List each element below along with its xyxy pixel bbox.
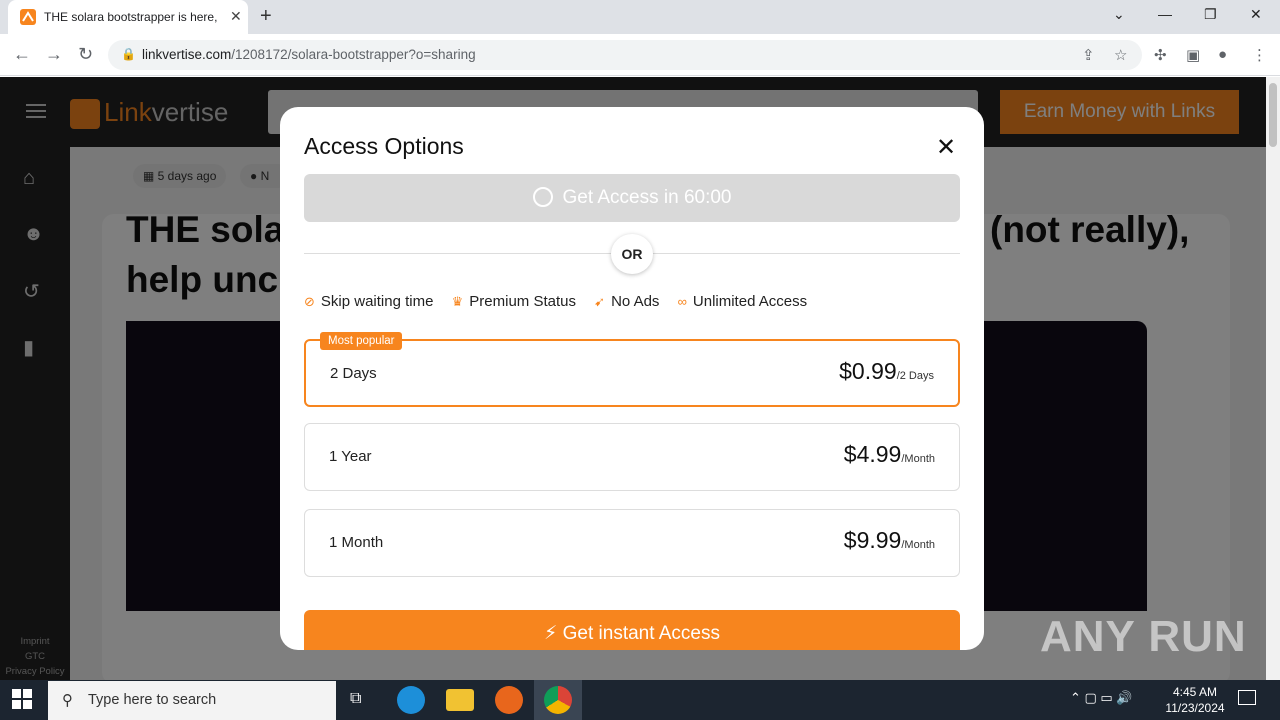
task-view-icon[interactable]: ⧉	[350, 690, 361, 708]
forward-icon[interactable]: →	[45, 44, 63, 65]
firefox-icon[interactable]	[495, 686, 523, 714]
crown-icon: ♛	[451, 294, 464, 309]
access-options-modal: Access Options ✕ Get Access in 60:00 OR …	[280, 107, 984, 650]
tab-title: THE solara bootstrapper is here, (	[44, 10, 219, 24]
most-popular-badge: Most popular	[320, 332, 403, 350]
lightning-icon: ⚡	[544, 623, 563, 644]
system-tray[interactable]: ⌃ ▢ ▭ 🔊	[1070, 690, 1132, 706]
profile-icon[interactable]: ●	[1218, 46, 1227, 63]
feature-skip-waiting: ⊘ Skip waiting time	[304, 293, 434, 310]
bookmark-star-icon[interactable]: ☆	[1114, 46, 1127, 64]
back-icon[interactable]: ←	[13, 44, 31, 65]
get-instant-access-button[interactable]: ⚡ Get instant Access	[304, 610, 960, 650]
tab-search-icon[interactable]: ⌄	[1113, 6, 1125, 23]
edge-icon[interactable]	[397, 686, 425, 714]
search-icon: ⚲	[62, 692, 73, 709]
address-bar[interactable]: 🔒 linkvertise.com/1208172/solara-bootstr…	[108, 40, 1142, 70]
close-window-icon[interactable]: ✕	[1250, 6, 1262, 23]
new-tab-icon[interactable]: +	[260, 5, 272, 28]
clock-icon	[532, 187, 553, 207]
get-access-timer-button[interactable]: Get Access in 60:00	[304, 174, 960, 222]
feature-no-ads: ➹ No Ads	[594, 293, 660, 310]
taskbar-search-input[interactable]: ⚲ Type here to search	[48, 681, 336, 720]
notification-icon[interactable]	[1238, 690, 1256, 705]
feature-list: ⊘ Skip waiting time ♛ Premium Status ➹ No A…	[304, 293, 821, 310]
feature-premium: ♛ Premium Status	[451, 293, 576, 310]
browser-tab[interactable]: THE solara bootstrapper is here, ( ✕	[8, 0, 248, 34]
anyrun-watermark: ANY RUN	[1040, 612, 1247, 661]
side-panel-icon[interactable]: ▣	[1186, 46, 1200, 64]
windows-start-icon[interactable]	[12, 689, 32, 709]
or-separator: OR	[611, 234, 653, 274]
scrollbar[interactable]	[1266, 77, 1280, 680]
scrollbar-thumb[interactable]	[1269, 83, 1277, 147]
chrome-icon[interactable]	[544, 686, 572, 714]
menu-icon[interactable]: ⋮	[1252, 46, 1267, 64]
file-explorer-icon[interactable]	[446, 689, 474, 711]
lock-icon: 🔒	[121, 47, 136, 61]
url-host: linkvertise.com	[142, 47, 232, 62]
no-clock-icon: ⊘	[304, 294, 315, 309]
close-icon[interactable]: ✕	[936, 133, 956, 162]
share-icon[interactable]: ⇪	[1082, 46, 1095, 64]
modal-title: Access Options	[304, 133, 464, 159]
close-tab-icon[interactable]: ✕	[230, 8, 242, 25]
no-cursor-icon: ➹	[594, 294, 606, 309]
infinity-icon: ∞	[677, 294, 687, 309]
extensions-icon[interactable]: ✣	[1154, 46, 1167, 64]
plan-option-2-days[interactable]: 2 Days $0.99/2 Days	[304, 339, 960, 407]
restore-icon[interactable]: ❐	[1204, 6, 1217, 23]
taskbar-clock[interactable]: 4:45 AM 11/23/2024	[1160, 684, 1230, 716]
linkvertise-favicon-icon	[20, 9, 36, 25]
plan-option-1-year[interactable]: 1 Year $4.99/Month	[304, 423, 960, 491]
reload-icon[interactable]: ↻	[78, 44, 93, 65]
feature-unlimited: ∞ Unlimited Access	[677, 293, 808, 310]
minimize-icon[interactable]: —	[1158, 6, 1172, 22]
plan-option-1-month[interactable]: 1 Month $9.99/Month	[304, 509, 960, 577]
url-path: /1208172/solara-bootstrapper?o=sharing	[231, 47, 476, 62]
